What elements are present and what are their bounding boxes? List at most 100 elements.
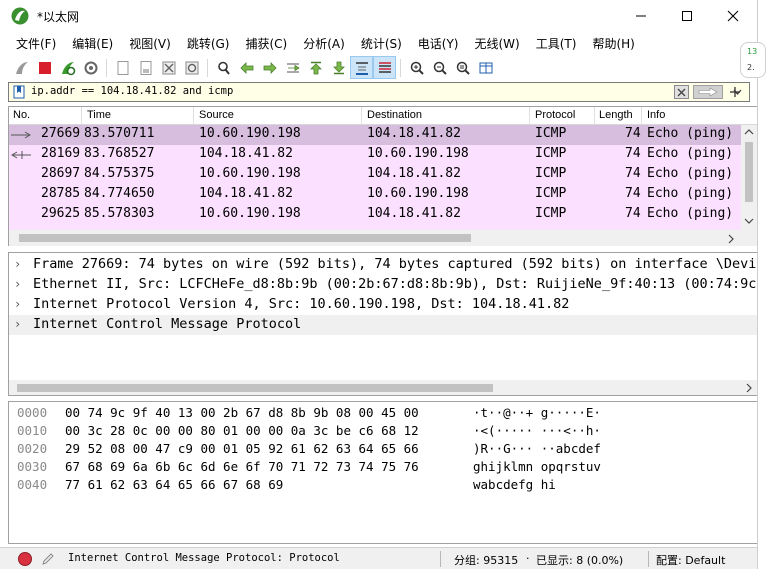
detail-row-ethernet[interactable]: › Ethernet II, Src: LCFCHeFe_d8:8b:9b (0… [9, 275, 757, 295]
packet-row[interactable]: 28169 83.768527 104.18.41.82 10.60.190.1… [9, 145, 742, 165]
reload-file-icon[interactable] [180, 56, 203, 79]
column-header-info[interactable]: Info [647, 109, 665, 121]
scrollbar-thumb[interactable] [17, 384, 493, 392]
maximize-button[interactable] [664, 0, 710, 32]
column-divider[interactable] [81, 107, 82, 125]
menu-wireless[interactable]: 无线(W) [467, 35, 528, 52]
go-to-packet-icon[interactable] [281, 56, 304, 79]
shark-fin-start-icon[interactable] [10, 56, 33, 79]
zoom-normal-icon[interactable] [451, 56, 474, 79]
menu-file[interactable]: 文件(F) [8, 35, 64, 52]
column-divider[interactable] [361, 107, 362, 125]
detail-row-icmp[interactable]: › Internet Control Message Protocol [9, 315, 757, 335]
chevron-right-icon[interactable]: › [14, 257, 21, 271]
maximize-icon [682, 11, 692, 21]
minimize-button[interactable] [618, 0, 664, 32]
bytes-ascii[interactable]: ·t··@··+ g·····E· [473, 405, 601, 420]
bytes-ascii[interactable]: )R··G··· ··abcdef [473, 441, 601, 456]
find-packet-icon[interactable] [212, 56, 235, 79]
restart-capture-icon[interactable] [56, 56, 79, 79]
chevron-right-icon[interactable]: › [14, 277, 21, 291]
close-file-icon[interactable] [157, 56, 180, 79]
menu-view[interactable]: 视图(V) [121, 35, 179, 52]
capture-comment-icon[interactable] [40, 551, 56, 567]
menu-help[interactable]: 帮助(H) [584, 35, 642, 52]
stop-capture-icon[interactable] [33, 56, 56, 79]
menu-go[interactable]: 跳转(G) [179, 35, 238, 52]
clear-filter-button[interactable] [674, 85, 689, 99]
column-divider[interactable] [193, 107, 194, 125]
save-file-icon[interactable] [134, 56, 157, 79]
bytes-hex[interactable]: 67 68 69 6a 6b 6c 6d 6e 6f 70 71 72 73 7… [65, 459, 419, 474]
chevron-right-icon[interactable] [727, 234, 735, 244]
bytes-vertical-scrollbar[interactable] [743, 402, 757, 543]
expert-info-error-icon[interactable] [18, 552, 32, 566]
column-header-no[interactable]: No. [13, 109, 30, 121]
go-back-icon[interactable] [235, 56, 258, 79]
detail-row-ipv4[interactable]: › Internet Protocol Version 4, Src: 10.6… [9, 295, 757, 315]
packet-row[interactable]: 28697 84.575375 10.60.190.198 104.18.41.… [9, 165, 742, 185]
packet-row[interactable]: 29625 85.578303 10.60.190.198 104.18.41.… [9, 205, 742, 225]
packet-row[interactable]: 28785 84.774650 104.18.41.82 10.60.190.1… [9, 185, 742, 205]
menu-tools[interactable]: 工具(T) [528, 35, 585, 52]
column-header-length[interactable]: Length [599, 109, 633, 121]
column-header-time[interactable]: Time [87, 109, 111, 121]
detail-text: Frame 27669: 74 bytes on wire (592 bits)… [33, 256, 758, 272]
scrollbar-thumb[interactable] [19, 234, 471, 242]
menu-edit[interactable]: 编辑(E) [64, 35, 121, 52]
status-profile[interactable]: 配置: Default [656, 552, 725, 568]
packet-list-vertical-scrollbar[interactable] [741, 125, 757, 245]
column-header-source[interactable]: Source [199, 109, 234, 121]
window-title: *以太网 [37, 10, 80, 24]
add-filter-button-plus-icon[interactable] [728, 80, 742, 102]
bytes-hex[interactable]: 77 61 62 63 64 65 66 67 68 69 [65, 477, 283, 492]
capture-options-icon[interactable] [79, 56, 102, 79]
go-forward-icon[interactable] [258, 56, 281, 79]
column-header-destination[interactable]: Destination [367, 109, 422, 121]
packet-list-horizontal-scrollbar[interactable] [8, 230, 757, 246]
column-header-protocol[interactable]: Protocol [535, 109, 575, 121]
packet-length: 74 [625, 206, 641, 221]
detail-row-frame[interactable]: › Frame 27669: 74 bytes on wire (592 bit… [9, 255, 758, 275]
chevron-right-icon[interactable] [745, 383, 753, 393]
bytes-ascii[interactable]: wabcdefg hi [473, 477, 556, 492]
details-horizontal-scrollbar[interactable] [9, 380, 757, 395]
chevron-right-icon[interactable]: › [14, 317, 21, 331]
packet-destination: 10.60.190.198 [367, 186, 469, 201]
column-divider[interactable] [594, 107, 595, 125]
packet-length: 74 [625, 126, 641, 141]
open-file-icon[interactable] [111, 56, 134, 79]
zoom-in-icon[interactable] [405, 56, 428, 79]
scrollbar-thumb[interactable] [745, 142, 753, 202]
colorize-icon[interactable] [373, 56, 396, 79]
resize-columns-icon[interactable] [474, 56, 497, 79]
bytes-hex[interactable]: 29 52 08 00 47 c9 00 01 05 92 61 62 63 6… [65, 441, 419, 456]
menu-statistics[interactable]: 统计(S) [353, 35, 410, 52]
go-last-icon[interactable] [327, 56, 350, 79]
packet-row[interactable]: 27669 83.570711 10.60.190.198 104.18.41.… [9, 125, 742, 145]
chevron-up-icon[interactable] [744, 128, 754, 136]
chevron-right-icon[interactable]: › [14, 297, 21, 311]
zoom-out-icon[interactable] [428, 56, 451, 79]
go-first-icon[interactable] [304, 56, 327, 79]
minimize-icon [636, 15, 646, 17]
bookmark-filter-icon[interactable] [12, 85, 26, 99]
bytes-ascii[interactable]: ghijklmn opqrstuv [473, 459, 601, 474]
column-divider[interactable] [641, 107, 642, 125]
status-separator [440, 551, 441, 567]
menu-telephony[interactable]: 电话(Y) [410, 35, 467, 52]
menu-capture[interactable]: 捕获(C) [237, 35, 295, 52]
display-filter-input[interactable]: ip.addr == 104.18.41.82 and icmp [31, 85, 233, 97]
column-divider[interactable] [529, 107, 530, 125]
bytes-hex[interactable]: 00 74 9c 9f 40 13 00 2b 67 d8 8b 9b 08 0… [65, 405, 419, 420]
bytes-hex[interactable]: 00 3c 28 0c 00 00 80 01 00 00 0a 3c be c… [65, 423, 419, 438]
close-button[interactable] [710, 0, 756, 32]
toolbar-separator [207, 58, 208, 77]
autoscroll-icon[interactable] [350, 56, 373, 79]
bytes-ascii[interactable]: ·<(····· ···<··h· [473, 423, 601, 438]
chevron-down-icon[interactable] [744, 217, 754, 225]
response-arrow-icon [11, 151, 31, 159]
menu-analyze[interactable]: 分析(A) [295, 35, 353, 52]
apply-filter-button[interactable] [693, 85, 723, 99]
title-bar[interactable]: *以太网 [0, 0, 757, 32]
